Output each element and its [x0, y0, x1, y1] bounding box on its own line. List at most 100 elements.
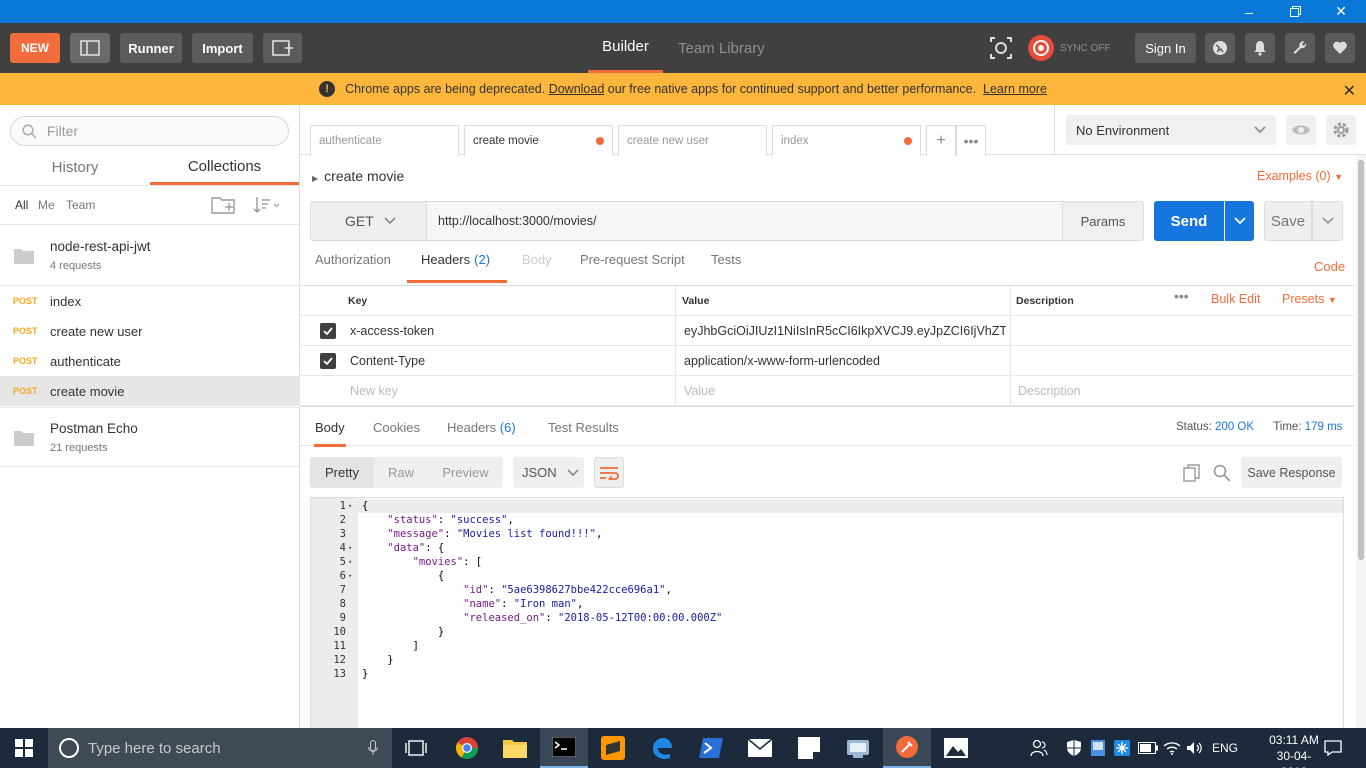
generate-code-link[interactable]: Code	[1314, 259, 1345, 274]
mail-icon[interactable]	[736, 728, 784, 768]
response-body-editor[interactable]: 1 ▾{2 "status": "success", 3 "message": "M…	[310, 497, 1344, 728]
defender-shield-icon[interactable]	[1066, 728, 1082, 768]
search-icon[interactable]	[1213, 464, 1231, 482]
filter-all[interactable]: All	[15, 198, 28, 212]
sync-icon[interactable]	[1026, 33, 1056, 63]
send-button[interactable]: Send	[1154, 201, 1224, 241]
learn-more-link[interactable]: Learn more	[983, 82, 1047, 96]
task-view-icon[interactable]	[392, 728, 440, 768]
vertical-scrollbar[interactable]	[1356, 155, 1366, 728]
save-options-button[interactable]	[1312, 201, 1343, 241]
environment-select[interactable]: No Environment	[1066, 115, 1276, 145]
taskbar-search-input[interactable]: Type here to search	[48, 728, 392, 768]
copy-icon[interactable]	[1183, 464, 1201, 482]
wrap-lines-button[interactable]	[594, 457, 624, 488]
request-item-index[interactable]: POST index	[0, 286, 300, 316]
toggle-sidebar-button[interactable]	[70, 33, 110, 63]
tab-collections[interactable]: Collections	[150, 150, 299, 185]
tab-body[interactable]: Body	[522, 252, 552, 283]
request-tab-index[interactable]: index	[772, 125, 921, 156]
fold-caret-icon[interactable]: ▾	[348, 569, 352, 583]
url-input[interactable]: http://localhost:3000/movies/	[426, 201, 1063, 241]
request-item-create-new-user[interactable]: POST create new user	[0, 316, 300, 346]
format-preview-button[interactable]: Preview	[428, 457, 503, 488]
microphone-icon[interactable]	[368, 740, 378, 756]
response-tab-cookies[interactable]: Cookies	[373, 420, 420, 447]
bulk-edit-link[interactable]: Bulk Edit	[1211, 292, 1260, 306]
sign-in-button[interactable]: Sign In	[1135, 33, 1196, 63]
heart-icon[interactable]	[1325, 33, 1355, 63]
banner-close-icon[interactable]: ✕	[1343, 81, 1356, 101]
tab-builder[interactable]: Builder	[588, 23, 663, 73]
header-value-cell[interactable]: eyJhbGciOiJIUzI1NiIsInR5cCI6IkpXVCJ9.eyJ…	[684, 316, 1006, 346]
tab-pre-request-script[interactable]: Pre-request Script	[580, 252, 685, 283]
sticky-notes-icon[interactable]	[785, 728, 833, 768]
format-raw-button[interactable]: Raw	[374, 457, 428, 488]
manage-environments-gear-icon[interactable]	[1326, 115, 1356, 145]
response-tab-headers[interactable]: Headers (6)	[447, 420, 516, 447]
windows-start-icon[interactable]	[0, 728, 48, 768]
close-icon[interactable]: ✕	[1318, 0, 1364, 23]
filter-me[interactable]: Me	[38, 198, 55, 212]
header-enabled-checkbox[interactable]	[320, 323, 336, 339]
request-title[interactable]: ▶ create movie	[312, 168, 404, 184]
environment-quick-look-icon[interactable]	[1286, 115, 1316, 145]
file-explorer-icon[interactable]	[491, 728, 539, 768]
tray-app-icon[interactable]	[1091, 728, 1105, 768]
new-description-input[interactable]: Description	[1018, 376, 1081, 406]
battery-icon[interactable]	[1138, 728, 1158, 768]
import-button[interactable]: Import	[192, 33, 253, 63]
new-key-input[interactable]: New key	[350, 376, 398, 406]
save-button[interactable]: Save	[1264, 201, 1312, 241]
request-item-create-movie[interactable]: POST create movie	[0, 376, 300, 406]
response-tab-body[interactable]: Body	[314, 420, 346, 447]
send-options-button[interactable]	[1225, 201, 1254, 241]
scrollbar-thumb[interactable]	[1358, 160, 1364, 560]
powershell-icon[interactable]	[687, 728, 735, 768]
sublime-text-icon[interactable]	[589, 728, 637, 768]
fold-caret-icon[interactable]: ▾	[348, 499, 352, 513]
method-select[interactable]: GET	[310, 201, 427, 241]
people-icon[interactable]	[1030, 728, 1048, 768]
taskbar-clock[interactable]: 03:11 AM 30-04-2018	[1264, 732, 1324, 780]
fold-caret-icon[interactable]: ▾	[348, 541, 352, 555]
presets-dropdown[interactable]: Presets ▼	[1282, 292, 1337, 306]
chrome-icon[interactable]	[443, 728, 491, 768]
response-tab-test-results[interactable]: Test Results	[548, 420, 619, 447]
sort-icon[interactable]	[253, 196, 281, 214]
language-select[interactable]: JSON	[513, 457, 584, 488]
save-response-button[interactable]: Save Response	[1241, 457, 1342, 488]
request-tab-authenticate[interactable]: authenticate	[310, 125, 459, 156]
more-options-icon[interactable]: •••	[1174, 288, 1189, 304]
request-item-authenticate[interactable]: POST authenticate	[0, 346, 300, 376]
collection-postman-echo[interactable]: Postman Echo 21 requests	[0, 407, 300, 467]
interceptor-icon[interactable]	[986, 33, 1016, 63]
tab-team-library[interactable]: Team Library	[678, 23, 765, 73]
examples-dropdown[interactable]: Examples (0) ▼	[1257, 169, 1343, 183]
photos-icon[interactable]	[932, 728, 980, 768]
header-key-cell[interactable]: Content-Type	[350, 346, 670, 376]
format-pretty-button[interactable]: Pretty	[310, 457, 374, 488]
new-collection-icon[interactable]	[211, 195, 237, 215]
add-tab-icon[interactable]: +	[926, 125, 956, 156]
new-value-input[interactable]: Value	[684, 376, 715, 406]
tab-tests[interactable]: Tests	[711, 252, 741, 283]
minimize-icon[interactable]: –	[1226, 0, 1272, 23]
new-window-button[interactable]	[263, 33, 302, 63]
tab-headers[interactable]: Headers (2)	[407, 252, 507, 283]
input-language[interactable]: ENG	[1212, 728, 1238, 768]
header-value-cell[interactable]: application/x-www-form-urlencoded	[684, 346, 1006, 376]
postman-icon[interactable]	[883, 728, 931, 768]
request-tab-create-new-user[interactable]: create new user	[618, 125, 767, 156]
header-key-cell[interactable]: x-access-token	[350, 316, 670, 346]
settings-wrench-icon[interactable]	[1285, 33, 1315, 63]
action-center-icon[interactable]	[1324, 728, 1342, 768]
runner-button[interactable]: Runner	[120, 33, 182, 63]
download-link[interactable]: Download	[549, 82, 605, 96]
command-prompt-icon[interactable]	[540, 728, 588, 768]
tab-authorization[interactable]: Authorization	[315, 252, 391, 283]
tab-history[interactable]: History	[0, 150, 150, 185]
globe-icon[interactable]	[1205, 33, 1235, 63]
tab-options-icon[interactable]: •••	[956, 125, 986, 156]
header-enabled-checkbox[interactable]	[320, 353, 336, 369]
